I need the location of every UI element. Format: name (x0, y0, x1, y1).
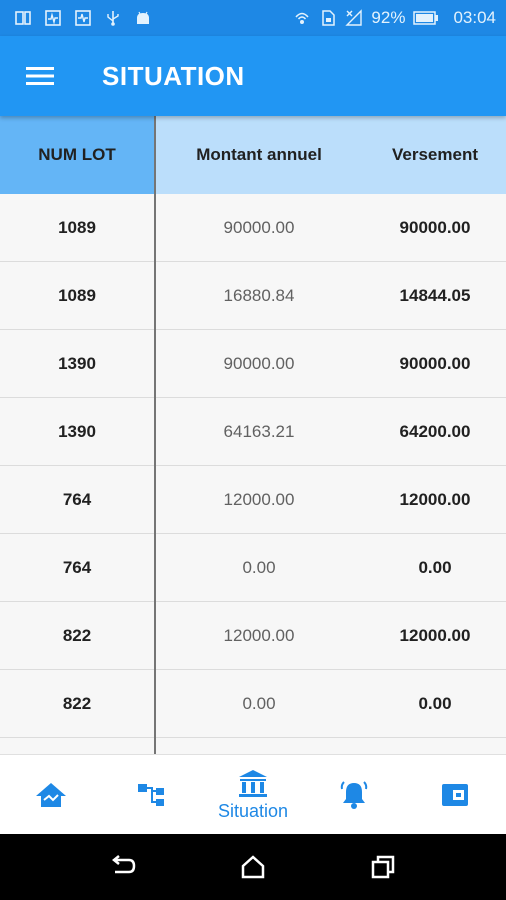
recents-button[interactable] (368, 852, 398, 882)
cell-num-lot: 764 (62, 489, 92, 509)
cell-versement: 90000.00 (399, 353, 471, 373)
battery-percent: 92% (371, 8, 406, 27)
cell-versement: 0.00 (418, 693, 452, 713)
clock: 03:04 (453, 8, 496, 27)
status-bar: 92% 03:04 (0, 0, 506, 36)
bottom-navigation: Situation (0, 754, 506, 835)
activity-icon (45, 10, 61, 26)
cell-montant-annuel: 0.00 (242, 557, 276, 577)
back-button[interactable] (108, 852, 138, 882)
cell-num-lot: 822 (62, 693, 92, 713)
cell-num-lot: 764 (62, 557, 92, 577)
cell-num-lot: 1390 (58, 421, 96, 441)
nav-label-situation: Situation (217, 800, 289, 821)
cell-versement: 12000.00 (399, 489, 471, 509)
table-body: 1089 90000.00 90000.00 1089 16880.84 14844.05… (0, 194, 506, 754)
frozen-column-divider (154, 116, 156, 754)
table-row[interactable]: 764 0.00 0.00 (0, 534, 506, 602)
pulse-icon (75, 10, 91, 26)
nav-item-wallet[interactable] (405, 755, 506, 835)
system-navigation-bar (0, 834, 506, 900)
cell-versement: 0.00 (418, 557, 452, 577)
back-icon (111, 855, 136, 874)
screen-mirror-icon (15, 11, 31, 25)
recents-icon (371, 855, 395, 879)
usb-icon (107, 11, 119, 26)
no-signal-icon (345, 9, 363, 26)
status-system: 92% 03:04 (293, 8, 506, 28)
cell-versement: 90000.00 (399, 217, 471, 237)
cell-montant-annuel: 64163.21 (223, 421, 295, 441)
column-header-montant-annuel[interactable]: Montant annuel (154, 116, 364, 194)
page-title: SITUATION (102, 60, 245, 91)
cell-versement: 14844.05 (399, 285, 471, 305)
table-row[interactable]: 822 12000.00 12000.00 (0, 602, 506, 670)
cell-num-lot: 822 (62, 625, 92, 645)
column-header-versement[interactable]: Versement (364, 116, 506, 194)
cell-montant-annuel: 0.00 (242, 693, 276, 713)
app-bar: SITUATION (0, 36, 506, 116)
table-row[interactable]: 1390 90000.00 90000.00 (0, 330, 506, 398)
hierarchy-icon (137, 784, 164, 806)
cell-montant-annuel: 12000.00 (223, 489, 295, 509)
cell-montant-annuel: 90000.00 (223, 217, 295, 237)
bell-icon (340, 781, 368, 809)
cell-montant-annuel: 16880.84 (223, 285, 295, 305)
hamburger-menu-icon (26, 67, 54, 85)
table-row[interactable]: 764 12000.00 12000.00 (0, 466, 506, 534)
table-row[interactable]: 1089 16880.84 14844.05 (0, 262, 506, 330)
table-row-partial[interactable] (0, 738, 506, 754)
cell-versement: 12000.00 (399, 625, 471, 645)
nav-item-home[interactable] (0, 755, 101, 835)
table-header: NUM LOT Montant annuel Versement (0, 116, 506, 194)
battery-icon (413, 11, 439, 25)
table-row[interactable]: 1089 90000.00 90000.00 (0, 194, 506, 262)
wallet-icon (442, 784, 469, 806)
home-icon (35, 783, 66, 807)
situation-table[interactable]: NUM LOT Montant annuel Versement 1089 900… (0, 116, 506, 754)
bank-icon (239, 769, 267, 797)
table-row[interactable]: 1390 64163.21 64200.00 (0, 398, 506, 466)
nav-item-hierarchy[interactable] (101, 755, 202, 835)
android-icon (137, 11, 149, 24)
home-button[interactable] (238, 852, 268, 882)
home-outline-icon (241, 855, 265, 879)
cell-montant-annuel: 90000.00 (223, 353, 295, 373)
cell-versement: 64200.00 (399, 421, 471, 441)
cell-num-lot: 1089 (58, 285, 96, 305)
sim-icon (322, 10, 336, 26)
cell-num-lot: 1390 (58, 353, 96, 373)
nav-item-notifications[interactable] (304, 755, 405, 835)
cell-montant-annuel: 12000.00 (223, 625, 295, 645)
status-notifications (0, 9, 152, 27)
column-header-num-lot[interactable]: NUM LOT (0, 116, 154, 194)
nav-item-situation[interactable]: Situation (202, 755, 303, 835)
cell-num-lot: 1089 (58, 217, 96, 237)
menu-button[interactable] (13, 49, 67, 103)
table-row[interactable]: 822 0.00 0.00 (0, 670, 506, 738)
hotspot-icon (295, 12, 309, 24)
